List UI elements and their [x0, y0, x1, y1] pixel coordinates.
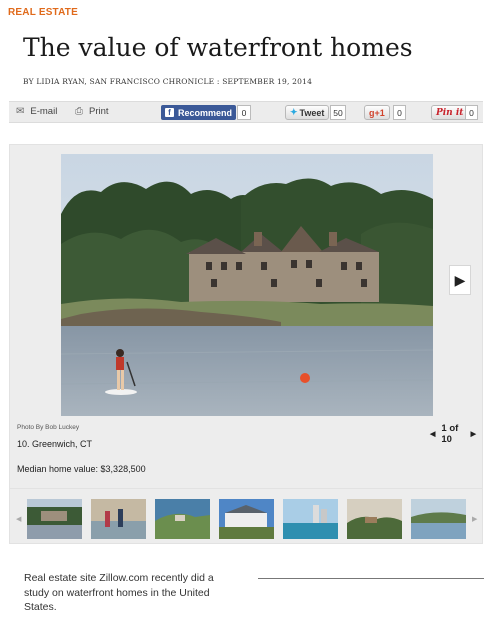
facebook-count: 0	[237, 105, 251, 120]
thumbnail-3[interactable]	[155, 499, 210, 539]
buoy-shape	[300, 373, 310, 383]
photo-credit: Photo By Bob Luckey	[17, 424, 80, 431]
thumbnails-prev-icon[interactable]: ◀	[16, 515, 21, 523]
google-plus-button[interactable]: g +1	[364, 105, 390, 120]
email-label: E-mail	[30, 106, 58, 117]
next-photo-icon[interactable]: ▶	[471, 430, 476, 438]
tweet-label: Tweet	[299, 107, 325, 118]
gallery-counter: ◀ 1 of 10 ▶	[424, 423, 482, 445]
twitter-bird-icon: ✦	[290, 107, 298, 117]
play-right-icon: ▶	[454, 271, 466, 288]
divider-line	[258, 578, 484, 579]
print-label: Print	[89, 106, 109, 117]
section-label[interactable]: REAL ESTATE	[8, 7, 78, 18]
facebook-icon: f	[165, 108, 174, 117]
facebook-label: Recommend	[178, 107, 233, 118]
pinterest-count: 0	[465, 105, 478, 120]
gallery-counter-text: 1 of 10	[441, 423, 459, 445]
photo-caption-title: 10. Greenwich, CT	[17, 439, 93, 449]
tweet-button[interactable]: ✦ Tweet	[285, 105, 330, 120]
gallery-main-photo[interactable]	[61, 154, 433, 416]
thumbnail-7[interactable]	[411, 499, 466, 539]
pinterest-label: Pin it	[436, 107, 464, 118]
article-headline: The value of waterfront homes	[23, 33, 413, 62]
printer-icon: ⎙	[75, 106, 83, 117]
envelope-icon: ✉	[16, 106, 25, 117]
share-toolbar: ✉ E-mail ⎙ Print f Recommend 0 ✦ Tweet 5…	[9, 101, 483, 123]
gallery-next-button[interactable]: ▶	[449, 265, 471, 295]
article-body: Real estate site Zillow.com recently did…	[24, 572, 214, 613]
tweet-count: 50	[330, 105, 346, 120]
google-plus-count: 0	[393, 105, 406, 120]
photo-caption-value: Median home value: $3,328,500	[17, 464, 146, 474]
thumbnails-next-icon[interactable]: ▶	[472, 515, 477, 523]
previous-photo-icon[interactable]: ◀	[430, 430, 435, 438]
thumbnail-5[interactable]	[283, 499, 338, 539]
thumbnail-6[interactable]	[347, 499, 402, 539]
thumbnail-4[interactable]	[219, 499, 274, 539]
thumbnail-2[interactable]	[91, 499, 146, 539]
article-byline: BY LIDIA RYAN, SAN FRANCISCO CHRONICLE :…	[23, 77, 313, 86]
thumbnail-strip: ◀ ▶	[10, 488, 482, 542]
facebook-recommend-button[interactable]: f Recommend	[161, 105, 237, 120]
photo-gallery: ▶ Photo By Bob Luckey ◀ 1 of 10 ▶ 10. Gr…	[9, 144, 483, 544]
print-button[interactable]: ⎙ Print	[75, 106, 109, 117]
email-share-button[interactable]: ✉ E-mail	[16, 106, 57, 117]
pinterest-button[interactable]: Pin it	[431, 105, 469, 120]
thumbnail-1[interactable]	[27, 499, 82, 539]
google-plus-label: +1	[374, 107, 385, 118]
